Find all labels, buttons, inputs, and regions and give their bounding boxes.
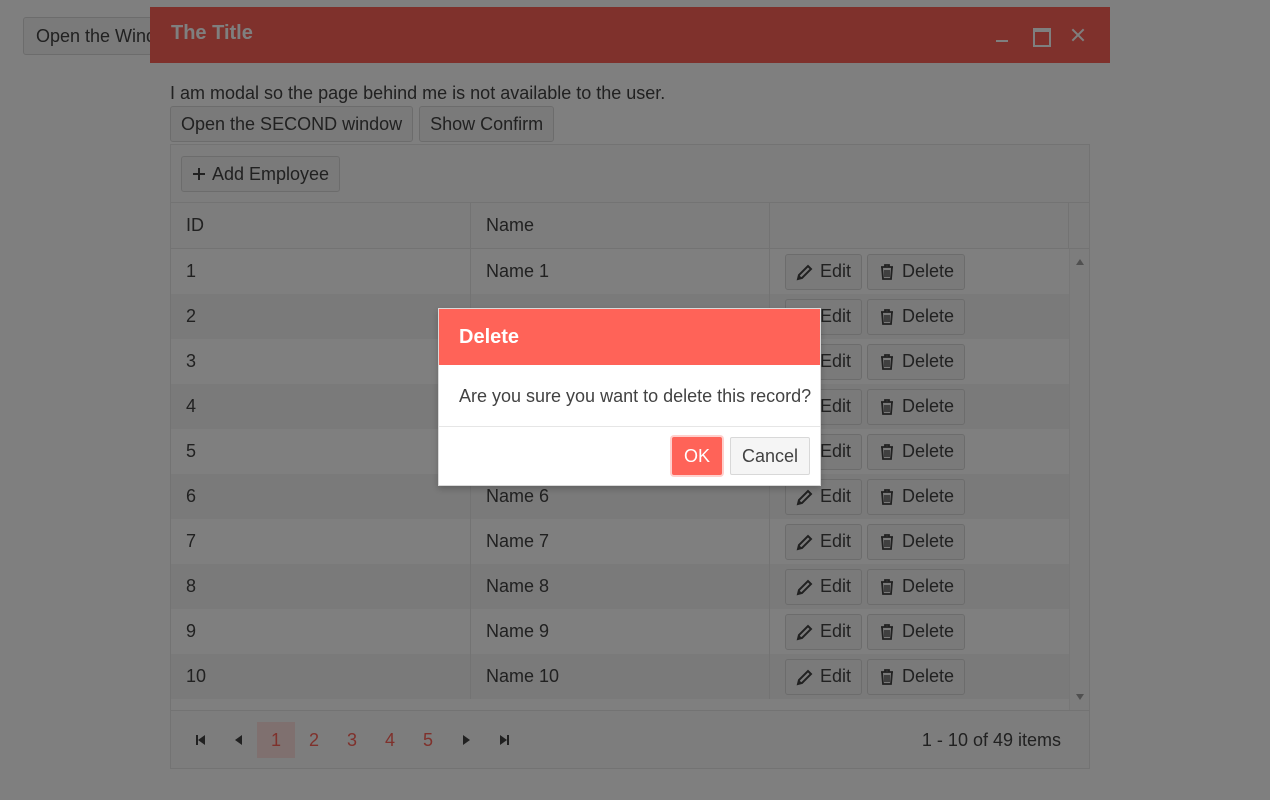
dialog-title: Delete — [439, 309, 820, 365]
cancel-button[interactable]: Cancel — [729, 437, 810, 475]
delete-confirm-dialog: Delete Are you sure you want to delete t… — [438, 308, 821, 486]
dialog-actions: OK Cancel — [439, 427, 820, 485]
ok-button[interactable]: OK — [671, 437, 722, 475]
dialog-message: Are you sure you want to delete this rec… — [439, 365, 820, 427]
